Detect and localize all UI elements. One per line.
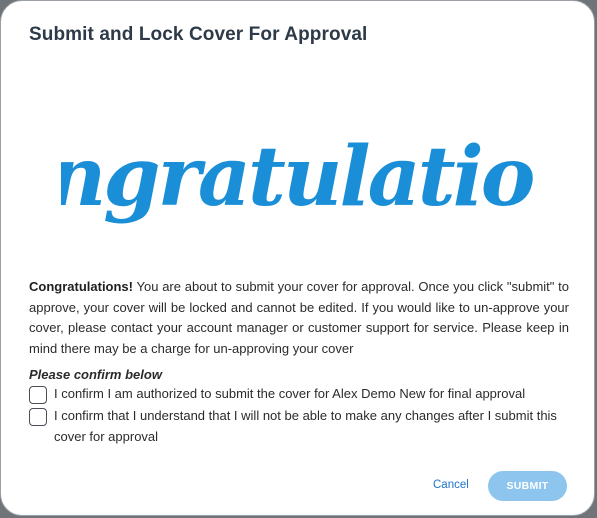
banner-text: Congratulations! xyxy=(61,129,537,225)
congratulations-banner: Congratulations! xyxy=(61,129,537,225)
cancel-button[interactable]: Cancel xyxy=(433,479,469,491)
confirm-authorized-checkbox[interactable] xyxy=(29,386,47,404)
message-lead: Congratulations! xyxy=(29,279,133,294)
approval-message: Congratulations! You are about to submit… xyxy=(29,277,569,359)
approval-dialog: Submit and Lock Cover For Approval Congr… xyxy=(0,0,595,516)
confirm-no-changes-row: I confirm that I understand that I will … xyxy=(29,408,574,447)
confirm-heading: Please confirm below xyxy=(29,367,162,382)
dialog-title: Submit and Lock Cover For Approval xyxy=(29,24,368,45)
confirm-authorized-row: I confirm I am authorized to submit the … xyxy=(29,386,574,405)
submit-button[interactable]: SUBMIT xyxy=(488,471,567,501)
confirm-authorized-label[interactable]: I confirm I am authorized to submit the … xyxy=(54,384,525,405)
confirm-no-changes-checkbox[interactable] xyxy=(29,408,47,426)
confirm-no-changes-label[interactable]: I confirm that I understand that I will … xyxy=(54,406,574,447)
